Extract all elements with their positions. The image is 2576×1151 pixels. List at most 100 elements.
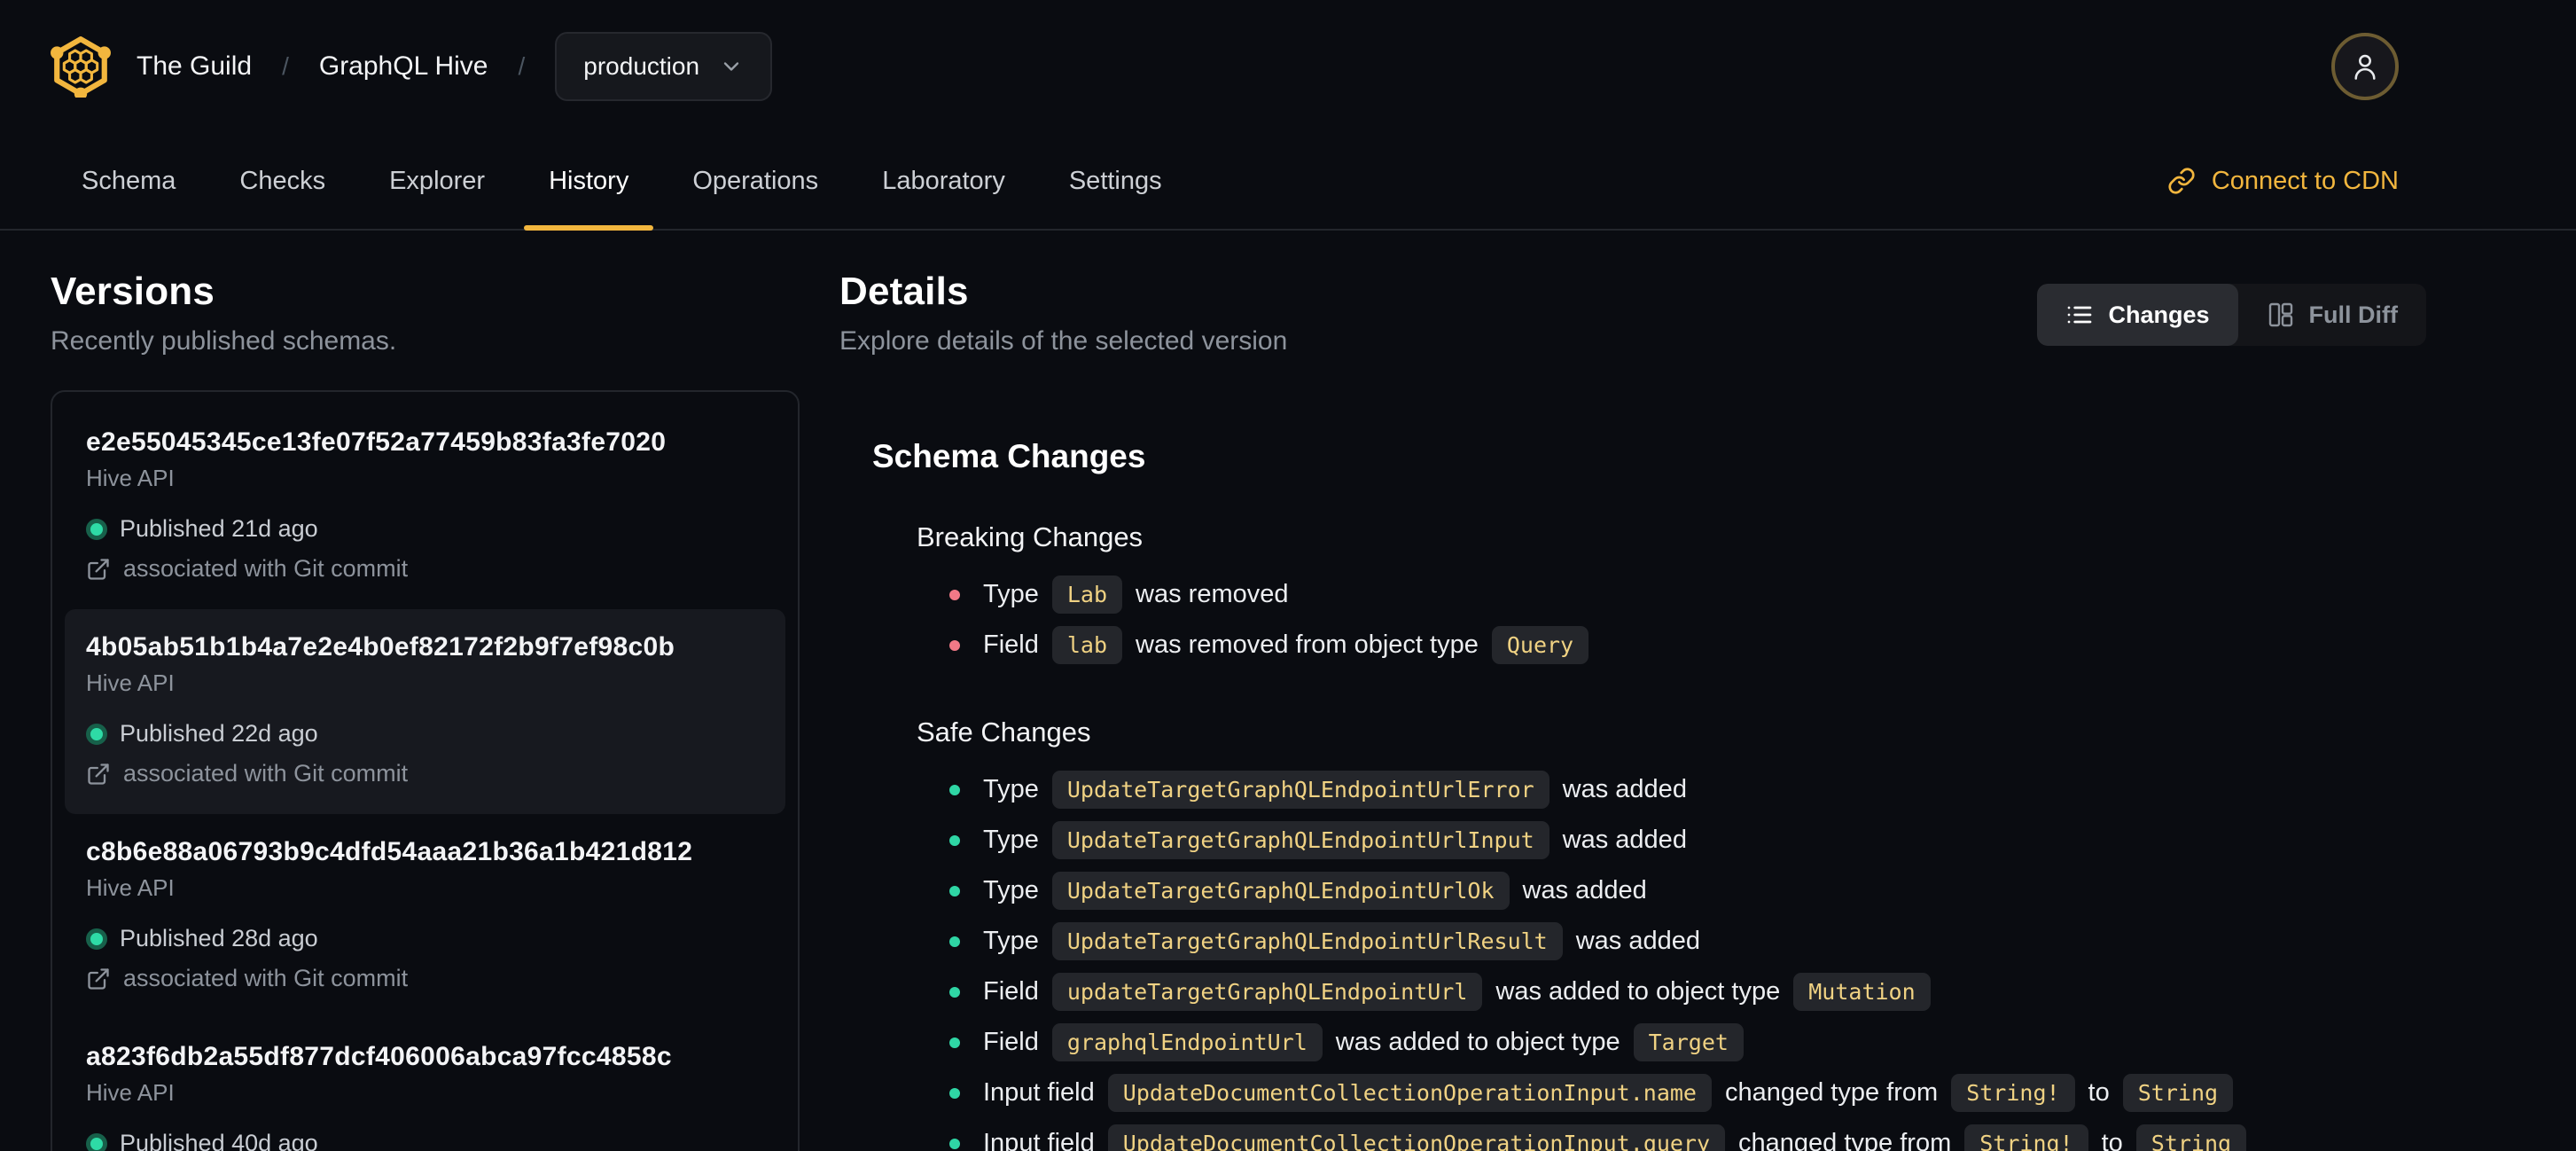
change-row: Field lab was removed from object type Quer…: [917, 620, 2426, 670]
change-row: Type UpdateTargetGraphQLEndpointUrlResult…: [917, 916, 2426, 967]
user-avatar-button[interactable]: [2331, 33, 2399, 100]
tab-label: Operations: [692, 166, 819, 195]
version-hash: 4b05ab51b1b4a7e2e4b0ef82172f2b9f7ef98c0b: [86, 632, 675, 662]
versions-title: Versions: [51, 270, 215, 313]
external-link-icon: [88, 763, 109, 785]
version-service: Hive API: [86, 1079, 175, 1106]
details-header: Details Explore details of the selected …: [839, 270, 2426, 356]
version-card[interactable]: a823f6db2a55df877dcf406006abca97fcc4858c…: [65, 1019, 785, 1151]
safe-bullet-icon: [949, 986, 960, 998]
change-code-badge: UpdateDocumentCollectionOperationInput.q…: [1107, 1124, 1726, 1151]
version-published-row: Published 28d ago: [86, 925, 764, 952]
safe-bullet-icon: [949, 1138, 960, 1149]
published-status-dot: [86, 518, 107, 540]
app-header: The Guild / GraphQL Hive / production Sc…: [0, 0, 2576, 231]
published-text: Published 28d ago: [120, 925, 318, 951]
breadcrumb-org[interactable]: The Guild: [137, 51, 252, 82]
change-text: changed type from: [1738, 1129, 1952, 1151]
version-card[interactable]: e2e55045345ce13fe07f52a77459b83fa3fe7020…: [65, 404, 785, 609]
change-section: Safe Changes Type UpdateTargetGraphQLEndp…: [872, 716, 2426, 1151]
version-published-row: Published 21d ago: [86, 515, 764, 543]
change-code-badge: Lab: [1051, 576, 1123, 614]
change-code-badge: UpdateTargetGraphQLEndpointUrlResult: [1051, 922, 1563, 960]
tab-schema[interactable]: Schema: [50, 133, 207, 229]
change-text: was added: [1562, 826, 1687, 854]
changes-view-button[interactable]: Changes: [2037, 284, 2238, 346]
external-link-icon: [88, 558, 109, 580]
versions-list: e2e55045345ce13fe07f52a77459b83fa3fe7020…: [51, 390, 800, 1151]
tabs-bar: Schema Checks Explorer History Operations Lab…: [0, 133, 2576, 231]
tab-label: Explorer: [389, 166, 486, 195]
nav-tabs: Schema Checks Explorer History Operations Lab…: [50, 133, 1194, 231]
link-icon: [2168, 168, 2195, 194]
change-text: Field: [983, 1028, 1039, 1056]
change-code-badge: String!: [1964, 1124, 2088, 1151]
tab-explorer[interactable]: Explorer: [357, 133, 517, 229]
list-icon: [2068, 306, 2092, 324]
connect-to-cdn-link[interactable]: Connect to CDN: [2167, 167, 2399, 196]
connect-to-cdn-label: Connect to CDN: [2211, 166, 2399, 195]
details-panel: Details Explore details of the selected …: [839, 270, 2426, 1151]
tab-label: History: [549, 166, 629, 195]
safe-bullet-icon: [949, 936, 960, 947]
change-code-badge: UpdateTargetGraphQLEndpointUrlError: [1051, 771, 1550, 809]
tab-label: Checks: [239, 166, 326, 195]
version-service: Hive API: [86, 465, 175, 491]
tab-history[interactable]: History: [517, 133, 660, 231]
tab-label: Schema: [82, 166, 176, 195]
safe-bullet-icon: [949, 1037, 960, 1048]
breadcrumb-project[interactable]: GraphQL Hive: [319, 51, 488, 82]
git-commit-text: associated with Git commit: [123, 555, 409, 582]
git-commit-link[interactable]: associated with Git commit: [86, 965, 764, 992]
version-published-row: Published 40d ago: [86, 1130, 764, 1151]
change-code-badge: Query: [1491, 626, 1589, 664]
breadcrumb-separator: /: [282, 52, 289, 80]
breadcrumb: The Guild / GraphQL Hive / production: [137, 32, 773, 101]
change-code-badge: String: [2135, 1124, 2247, 1151]
schema-changes-section: Schema Changes Breaking Changes Type Lab w…: [839, 438, 2426, 1151]
change-text: Type: [983, 876, 1039, 904]
user-icon: [2354, 54, 2376, 80]
version-card[interactable]: c8b6e88a06793b9c4dfd54aaa21b36a1b421d812…: [65, 814, 785, 1019]
version-card[interactable]: 4b05ab51b1b4a7e2e4b0ef82172f2b9f7ef98c0b…: [65, 609, 785, 814]
change-row: Input field UpdateDocumentCollectionOpera…: [917, 1068, 2426, 1118]
change-code-badge: graphqlEndpointUrl: [1051, 1023, 1323, 1061]
target-dropdown[interactable]: production: [555, 32, 773, 101]
change-code-badge: lab: [1051, 626, 1123, 664]
safe-bullet-icon: [949, 885, 960, 897]
change-section-title: Breaking Changes: [917, 521, 1144, 552]
change-row: Type UpdateTargetGraphQLEndpointUrlOk was …: [917, 865, 2426, 916]
change-text: Input field: [983, 1129, 1095, 1151]
top-bar: The Guild / GraphQL Hive / production: [0, 0, 2576, 133]
git-commit-link[interactable]: associated with Git commit: [86, 555, 764, 583]
safe-bullet-icon: [949, 1087, 960, 1099]
change-row: Type UpdateTargetGraphQLEndpointUrlError w…: [917, 764, 2426, 815]
breaking-bullet-icon: [949, 639, 960, 651]
view-toggle: Changes Full Diff: [2037, 284, 2426, 346]
breaking-bullet-icon: [949, 589, 960, 600]
change-code-badge: String: [2122, 1074, 2234, 1112]
git-commit-link[interactable]: associated with Git commit: [86, 760, 764, 787]
tab-checks[interactable]: Checks: [207, 133, 357, 229]
change-text: Type: [983, 826, 1039, 854]
tab-settings[interactable]: Settings: [1037, 133, 1194, 229]
change-text: Type: [983, 927, 1039, 955]
change-text: was added: [1562, 775, 1687, 803]
versions-subtitle: Recently published schemas.: [51, 326, 397, 356]
change-text: was added to object type: [1335, 1028, 1620, 1056]
tab-operations[interactable]: Operations: [660, 133, 850, 229]
schema-changes-title: Schema Changes: [872, 438, 1146, 474]
safe-bullet-icon: [949, 784, 960, 795]
version-service: Hive API: [86, 669, 175, 696]
published-status-dot: [86, 723, 107, 745]
change-text: Type: [983, 775, 1039, 803]
hive-logo-icon[interactable]: [50, 35, 112, 98]
change-text: Field: [983, 977, 1039, 1006]
full-diff-view-button[interactable]: Full Diff: [2238, 284, 2426, 346]
published-text: Published 22d ago: [120, 720, 318, 747]
full-diff-view-label: Full Diff: [2308, 301, 2398, 328]
tab-label: Settings: [1068, 166, 1162, 195]
change-code-badge: UpdateDocumentCollectionOperationInput.n…: [1107, 1074, 1712, 1112]
change-text: Field: [983, 630, 1039, 659]
tab-laboratory[interactable]: Laboratory: [850, 133, 1037, 229]
